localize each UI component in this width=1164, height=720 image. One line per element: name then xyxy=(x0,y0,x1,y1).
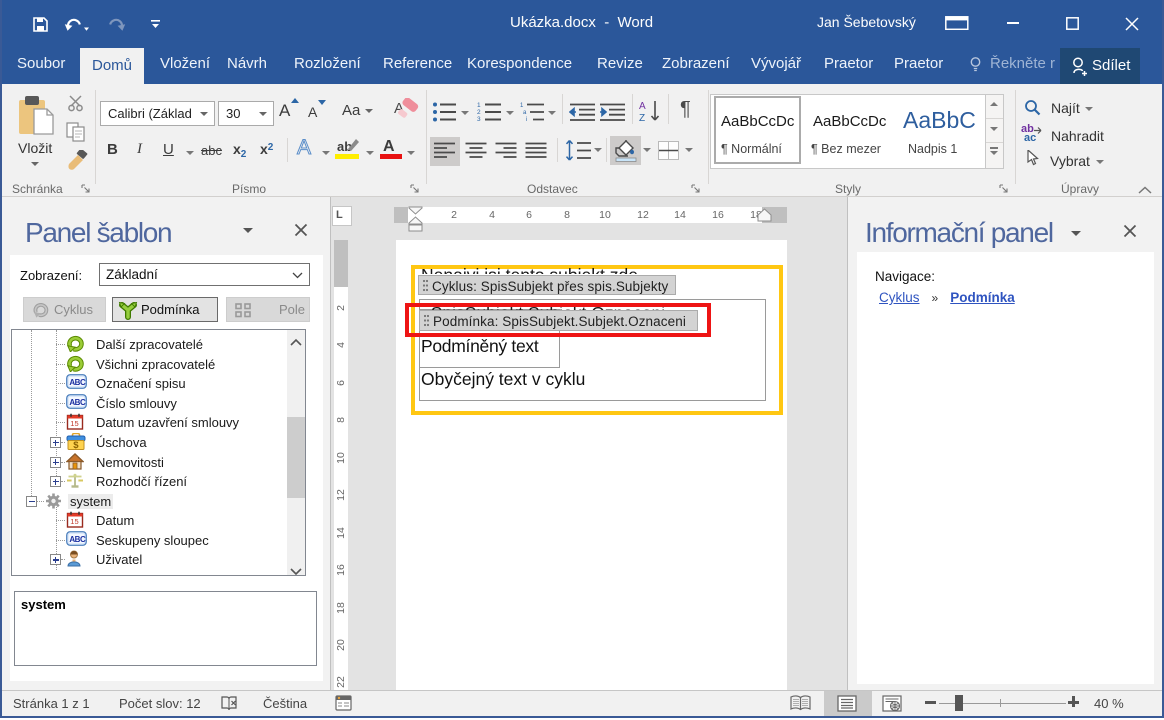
svg-text:1: 1 xyxy=(520,103,524,109)
svg-text:15: 15 xyxy=(70,419,78,428)
svg-text:15: 15 xyxy=(70,517,78,526)
svg-text:3: 3 xyxy=(477,116,481,123)
svg-text:ABC: ABC xyxy=(69,535,86,544)
svg-text:i: i xyxy=(526,117,527,123)
svg-text:A: A xyxy=(639,101,646,112)
svg-text:2: 2 xyxy=(477,109,481,116)
svg-text:a: a xyxy=(523,110,527,116)
svg-text:1: 1 xyxy=(477,102,481,109)
svg-text:ABC: ABC xyxy=(69,398,86,407)
svg-text:$: $ xyxy=(73,440,79,450)
svg-text:ABC: ABC xyxy=(69,378,86,387)
svg-text:Z: Z xyxy=(639,113,645,124)
